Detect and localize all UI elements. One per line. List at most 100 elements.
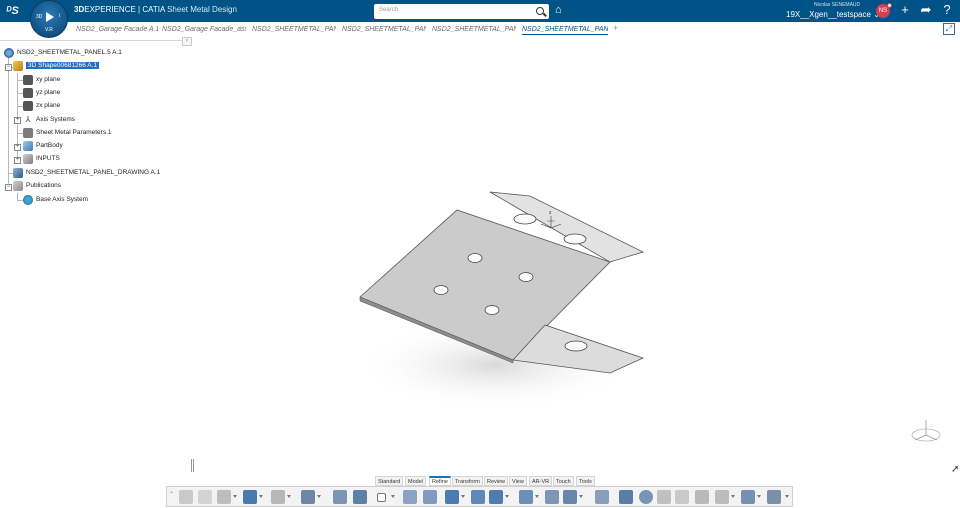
- plus-icon[interactable]: +: [898, 3, 912, 17]
- share-icon[interactable]: ➦: [919, 3, 933, 17]
- view-orientation-icon[interactable]: [906, 418, 946, 448]
- chevron-down-icon[interactable]: [259, 495, 263, 498]
- tree-node-label: PartBody: [36, 142, 63, 149]
- tab-document-active[interactable]: NSD2_SHEETMETAL_PANEL: [522, 24, 608, 35]
- tab-document[interactable]: NSD2_SHEETMETAL_PANEL: [342, 24, 426, 35]
- section-tab-view[interactable]: View: [509, 476, 527, 486]
- hole: [433, 285, 449, 295]
- edit-icon[interactable]: [619, 490, 633, 504]
- brand-title: 3DEXPERIENCE | CATIA Sheet Metal Design: [74, 5, 237, 14]
- paste-icon[interactable]: [217, 490, 231, 504]
- hole: [564, 340, 588, 352]
- tree-node-publications[interactable]: Publications: [13, 180, 61, 192]
- expand-icon[interactable]: +: [14, 117, 21, 124]
- collapse-icon[interactable]: −: [5, 184, 12, 191]
- chevron-down-icon[interactable]: [535, 495, 539, 498]
- section-tab-model[interactable]: Model: [405, 476, 426, 486]
- avatar-initials: NS: [878, 8, 888, 14]
- hole-icon[interactable]: [545, 490, 559, 504]
- tree-node-partbody[interactable]: PartBody: [23, 140, 63, 152]
- tab-document[interactable]: NSD2_SHEETMETAL_PANEL: [252, 24, 336, 35]
- action-bar-grip-icon[interactable]: ⌄: [169, 488, 174, 495]
- cut-icon[interactable]: [179, 490, 193, 504]
- search-icon[interactable]: [536, 7, 544, 15]
- hole: [513, 213, 537, 225]
- expand-icon[interactable]: +: [14, 157, 21, 164]
- tree-view-icon[interactable]: [333, 490, 347, 504]
- tree-node-xy-plane[interactable]: xy plane: [23, 74, 60, 86]
- chevron-down-icon[interactable]: [233, 495, 237, 498]
- compass-icon[interactable]: 3D i V.R: [30, 0, 68, 38]
- sketch-icon[interactable]: [353, 490, 367, 504]
- flange-icon[interactable]: [423, 490, 437, 504]
- tree-divider: [0, 40, 192, 41]
- maximize-icon[interactable]: ⤢: [943, 23, 955, 35]
- help-icon[interactable]: ?: [940, 3, 954, 17]
- tree-node-drawing[interactable]: NSD2_SHEETMETAL_PANEL_DRAWING A.1: [13, 167, 160, 179]
- louver-icon[interactable]: [675, 490, 689, 504]
- chevron-down-icon[interactable]: [505, 495, 509, 498]
- section-tab-transform[interactable]: Transform: [452, 476, 483, 486]
- hole: [518, 272, 534, 282]
- chevron-down-icon[interactable]: [785, 495, 789, 498]
- tree-node-zx-plane[interactable]: zx plane: [23, 100, 60, 112]
- chevron-down-icon[interactable]: [461, 495, 465, 498]
- chevron-down-icon[interactable]: [579, 495, 583, 498]
- stamp-icon[interactable]: [639, 490, 653, 504]
- unfold-icon[interactable]: [595, 490, 609, 504]
- sheet-metal-part[interactable]: z: [340, 180, 670, 420]
- tree-node-inputs[interactable]: INPUTS: [23, 153, 60, 165]
- corner-relief-icon[interactable]: [563, 490, 577, 504]
- tree-node-yz-plane[interactable]: yz plane: [23, 87, 60, 99]
- search-box[interactable]: Search: [374, 4, 549, 19]
- collapse-icon[interactable]: −: [5, 64, 12, 71]
- hole: [484, 305, 500, 315]
- expand-icon[interactable]: +: [14, 144, 21, 151]
- measure-icon[interactable]: [301, 490, 315, 504]
- extrusion-icon[interactable]: [445, 490, 459, 504]
- hole: [563, 233, 587, 245]
- tree-node-3d-shape[interactable]: 3D Shape00681266 A.1: [13, 60, 100, 72]
- tree-node-base-axis-system[interactable]: Base Axis System: [23, 194, 88, 206]
- tree-node-sheet-metal-parameters[interactable]: Sheet Metal Parameters.1: [23, 127, 112, 139]
- tab-document[interactable]: NSD2_SHEETMETAL_PANEL: [432, 24, 516, 35]
- bead-icon[interactable]: [657, 490, 671, 504]
- section-tab-refine[interactable]: Refine: [429, 476, 451, 486]
- tab-document[interactable]: NSD2_Garage Facade A.1: [76, 24, 158, 35]
- section-tab-tools[interactable]: Tools: [576, 476, 595, 486]
- section-tab-review[interactable]: Review: [484, 476, 509, 486]
- copy-icon[interactable]: [198, 490, 212, 504]
- compass-vr-label: V.R: [45, 27, 53, 33]
- chevron-down-icon[interactable]: [731, 495, 735, 498]
- undo-icon[interactable]: [243, 490, 257, 504]
- flanged-hole-icon[interactable]: [715, 490, 729, 504]
- surface-stamp-icon[interactable]: [767, 490, 781, 504]
- select-mode-icon[interactable]: [377, 493, 386, 502]
- tree-node-axis-systems[interactable]: ⅄ Axis Systems: [23, 114, 75, 126]
- curve-stamp-icon[interactable]: [741, 490, 755, 504]
- avatar[interactable]: NS: [876, 3, 892, 18]
- section-tab-touch[interactable]: Touch: [553, 476, 574, 486]
- cutout-icon[interactable]: [519, 490, 533, 504]
- bridge-icon[interactable]: [695, 490, 709, 504]
- tab-document[interactable]: NSD2_Garage Facade_asse: [162, 24, 246, 35]
- section-tab-standard[interactable]: Standard: [375, 476, 404, 486]
- bend-icon[interactable]: [471, 490, 485, 504]
- wall-icon[interactable]: [403, 490, 417, 504]
- tree-node-root[interactable]: NSD2_SHEETMETAL_PANEL.5 A.1: [4, 47, 122, 59]
- chevron-down-icon[interactable]: [391, 495, 395, 498]
- action-bar: ⌄: [166, 486, 793, 507]
- hem-icon[interactable]: [489, 490, 503, 504]
- chevron-down-icon[interactable]: [317, 495, 321, 498]
- workspace-selector[interactable]: 19X__Xgen__testspace ⌄: [786, 10, 880, 19]
- chevron-down-icon[interactable]: [287, 495, 291, 498]
- panel-resize-handle[interactable]: [191, 459, 194, 472]
- collapse-tree-button[interactable]: ‹: [182, 37, 192, 46]
- chevron-down-icon[interactable]: [757, 495, 761, 498]
- tree-node-label: zx plane: [36, 102, 61, 109]
- add-tab-icon[interactable]: +: [613, 23, 618, 33]
- top-bar: ᴰS 3DEXPERIENCE | CATIA Sheet Metal Desi…: [0, 0, 960, 22]
- update-icon[interactable]: [271, 490, 285, 504]
- section-tab-ar-vr[interactable]: AR-VR: [529, 476, 553, 486]
- tag-icon[interactable]: ⌂: [555, 4, 567, 16]
